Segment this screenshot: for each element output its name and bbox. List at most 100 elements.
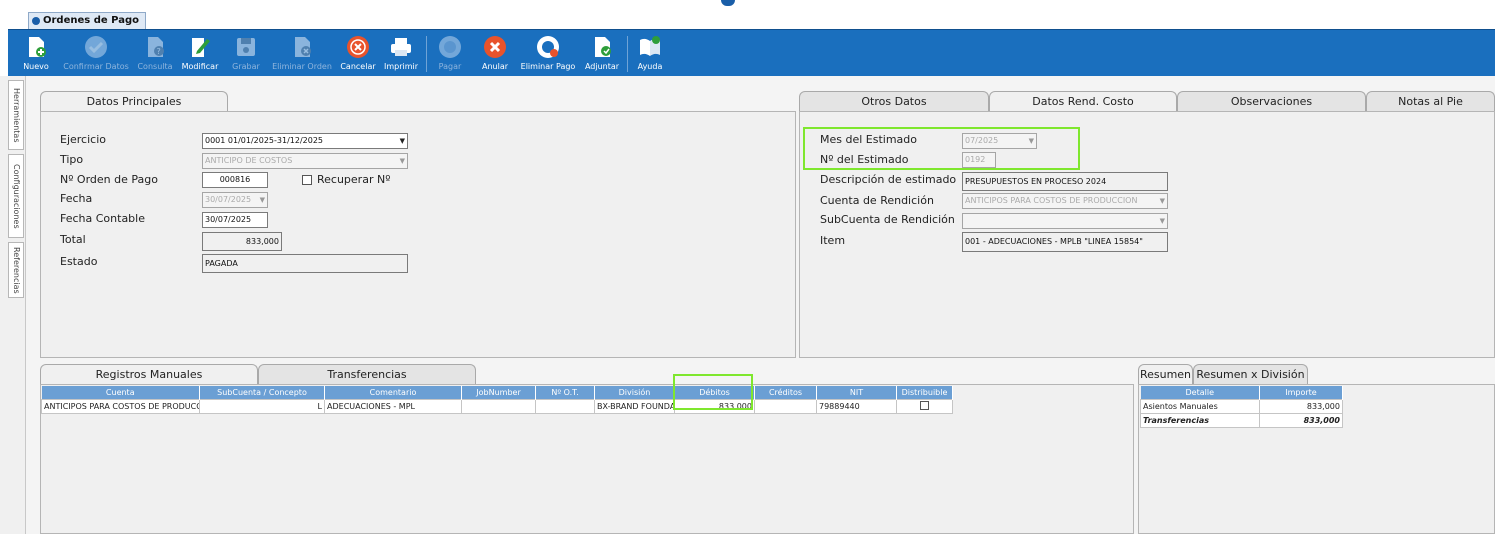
- chevron-down-icon: ▼: [399, 157, 405, 165]
- tab-registros-manuales[interactable]: Registros Manuales: [40, 364, 258, 385]
- main-area: Datos Principales Ejercicio 0001 01/01/2…: [26, 76, 1495, 534]
- recuperar-checkbox[interactable]: [302, 175, 312, 185]
- estado-field: PAGADA: [202, 254, 408, 273]
- cell-comentario[interactable]: ADECUACIONES - MPL: [324, 398, 462, 414]
- col-division[interactable]: División: [594, 386, 675, 399]
- subcuenta-rendicion-select[interactable]: ▼: [962, 213, 1168, 229]
- cell-jobnumber[interactable]: [461, 398, 536, 414]
- eliminar-pago-button[interactable]: Eliminar Pago: [518, 30, 578, 77]
- cancelar-button[interactable]: Cancelar: [338, 30, 378, 77]
- col-importe[interactable]: Importe: [1259, 386, 1343, 399]
- fecha-field[interactable]: 30/07/2025 ▼: [202, 192, 268, 208]
- tab-configuraciones[interactable]: Configuraciones: [8, 154, 24, 238]
- attach-document-icon: [595, 37, 611, 57]
- cell-detalle: Transferencias: [1140, 412, 1260, 428]
- item-label: Item: [820, 234, 846, 247]
- module-icon: [32, 17, 40, 25]
- fecha-label: Fecha: [60, 192, 93, 205]
- col-ot[interactable]: Nº O.T.: [535, 386, 595, 399]
- cell-creditos[interactable]: [754, 398, 817, 414]
- datos-rend-costo-panel: Mes del Estimado 07/2025 ▼ Nº del Estimad…: [799, 111, 1495, 358]
- anular-label: Anular: [481, 62, 509, 71]
- confirmar-datos-button[interactable]: Confirmar Datos: [60, 30, 132, 77]
- col-comentario[interactable]: Comentario: [324, 386, 462, 399]
- cell-importe: 833,000: [1259, 398, 1343, 414]
- tab-notas-al-pie[interactable]: Notas al Pie: [1366, 91, 1495, 111]
- grid-header-row: Detalle Importe: [1140, 386, 1343, 399]
- eliminar-orden-button[interactable]: Eliminar Orden: [270, 30, 334, 77]
- chevron-down-icon: ▼: [399, 137, 405, 145]
- ejercicio-select[interactable]: 0001 01/01/2025-31/12/2025 ▼: [202, 133, 408, 149]
- adjuntar-button[interactable]: Adjuntar: [580, 30, 624, 77]
- document-tab-strip: Ordenes de Pago: [0, 0, 1495, 29]
- nuevo-button[interactable]: Nuevo: [16, 30, 56, 77]
- table-row[interactable]: Transferencias 833,000: [1140, 412, 1343, 428]
- delete-payment-icon: [537, 36, 559, 58]
- distribuible-checkbox[interactable]: [920, 400, 929, 410]
- table-row[interactable]: Asientos Manuales 833,000: [1140, 398, 1343, 414]
- eliminar-orden-label: Eliminar Orden: [272, 62, 332, 71]
- nro-orden-field[interactable]: 000816: [202, 172, 268, 188]
- col-detalle[interactable]: Detalle: [1140, 386, 1260, 399]
- tab-referencias[interactable]: Referencias: [8, 242, 24, 298]
- help-book-icon: [640, 36, 660, 56]
- cell-ot[interactable]: [535, 398, 595, 414]
- modificar-button[interactable]: Modificar: [178, 30, 222, 77]
- save-disk-icon: [237, 38, 255, 56]
- cell-distribuible[interactable]: [896, 398, 953, 414]
- side-panel: Herramientas Configuraciones Referencias: [0, 76, 26, 534]
- col-distribuible[interactable]: Distribuible: [896, 386, 953, 399]
- confirmar-datos-label: Confirmar Datos: [63, 62, 129, 71]
- total-label: Total: [60, 233, 86, 246]
- delete-document-icon: [295, 37, 311, 57]
- ejercicio-label: Ejercicio: [60, 133, 106, 146]
- tipo-select[interactable]: ANTICIPO DE COSTOS ▼: [202, 153, 408, 169]
- tab-ordenes-de-pago[interactable]: Ordenes de Pago: [28, 12, 146, 29]
- tab-otros-datos[interactable]: Otros Datos: [799, 91, 989, 111]
- ayuda-label: Ayuda: [637, 62, 663, 71]
- col-creditos[interactable]: Créditos: [754, 386, 817, 399]
- consulta-button[interactable]: ? Consulta: [134, 30, 176, 77]
- imprimir-button[interactable]: Imprimir: [381, 30, 421, 77]
- cancelar-label: Cancelar: [340, 62, 376, 71]
- registros-manuales-panel: Cuenta SubCuenta / Concepto Comentario J…: [40, 374, 1134, 534]
- tab-datos-principales[interactable]: Datos Principales: [40, 91, 228, 112]
- grabar-label: Grabar: [232, 62, 260, 71]
- cell-subcuenta[interactable]: L: [199, 398, 325, 414]
- col-subcuenta[interactable]: SubCuenta / Concepto: [199, 386, 325, 399]
- tab-datos-rend-costo[interactable]: Datos Rend. Costo: [989, 91, 1177, 112]
- col-jobnumber[interactable]: JobNumber: [461, 386, 536, 399]
- grabar-button[interactable]: Grabar: [224, 30, 268, 77]
- tab-transferencias[interactable]: Transferencias: [258, 364, 476, 384]
- chevron-down-icon: ▼: [1159, 197, 1165, 205]
- ejercicio-value: 0001 01/01/2025-31/12/2025: [205, 136, 324, 145]
- descripcion-estimado-field: PRESUPUESTOS EN PROCESO 2024: [962, 172, 1168, 191]
- cell-cuenta[interactable]: ANTICIPOS PARA COSTOS DE PRODUCC: [41, 398, 200, 414]
- grid-header-row: Cuenta SubCuenta / Concepto Comentario J…: [41, 386, 953, 399]
- highlight-estimado: [803, 127, 1080, 170]
- estado-label: Estado: [60, 255, 98, 268]
- toolbar-separator: [426, 36, 427, 72]
- cell-importe: 833,000: [1259, 412, 1343, 428]
- cell-division[interactable]: BX-BRAND FOUNDA: [594, 398, 675, 414]
- void-icon: [484, 36, 506, 58]
- cancel-icon: [347, 36, 369, 58]
- checkmark-icon: [85, 36, 107, 58]
- fecha-contable-field[interactable]: 30/07/2025: [202, 212, 268, 228]
- tab-observaciones[interactable]: Observaciones: [1177, 91, 1366, 111]
- cell-nit[interactable]: 79889440: [816, 398, 897, 414]
- table-row[interactable]: ANTICIPOS PARA COSTOS DE PRODUCC L ADECU…: [41, 398, 953, 414]
- fecha-contable-label: Fecha Contable: [60, 212, 145, 225]
- tab-resumen[interactable]: Resumen: [1138, 364, 1193, 385]
- cell-detalle: Asientos Manuales: [1140, 398, 1260, 414]
- recuperar-label: Recuperar Nº: [317, 173, 391, 186]
- ayuda-button[interactable]: Ayuda: [632, 30, 668, 77]
- tab-herramientas[interactable]: Herramientas: [8, 80, 24, 150]
- col-nit[interactable]: NIT: [816, 386, 897, 399]
- cuenta-rendicion-select[interactable]: ANTICIPOS PARA COSTOS DE PRODUCCION ▼: [962, 193, 1168, 209]
- pagar-button[interactable]: Pagar: [432, 30, 468, 77]
- main-toolbar: Nuevo Confirmar Datos ? Consulta Modific…: [8, 29, 1495, 76]
- col-cuenta[interactable]: Cuenta: [41, 386, 200, 399]
- anular-button[interactable]: Anular: [475, 30, 515, 77]
- tab-resumen-x-division[interactable]: Resumen x División: [1193, 364, 1308, 384]
